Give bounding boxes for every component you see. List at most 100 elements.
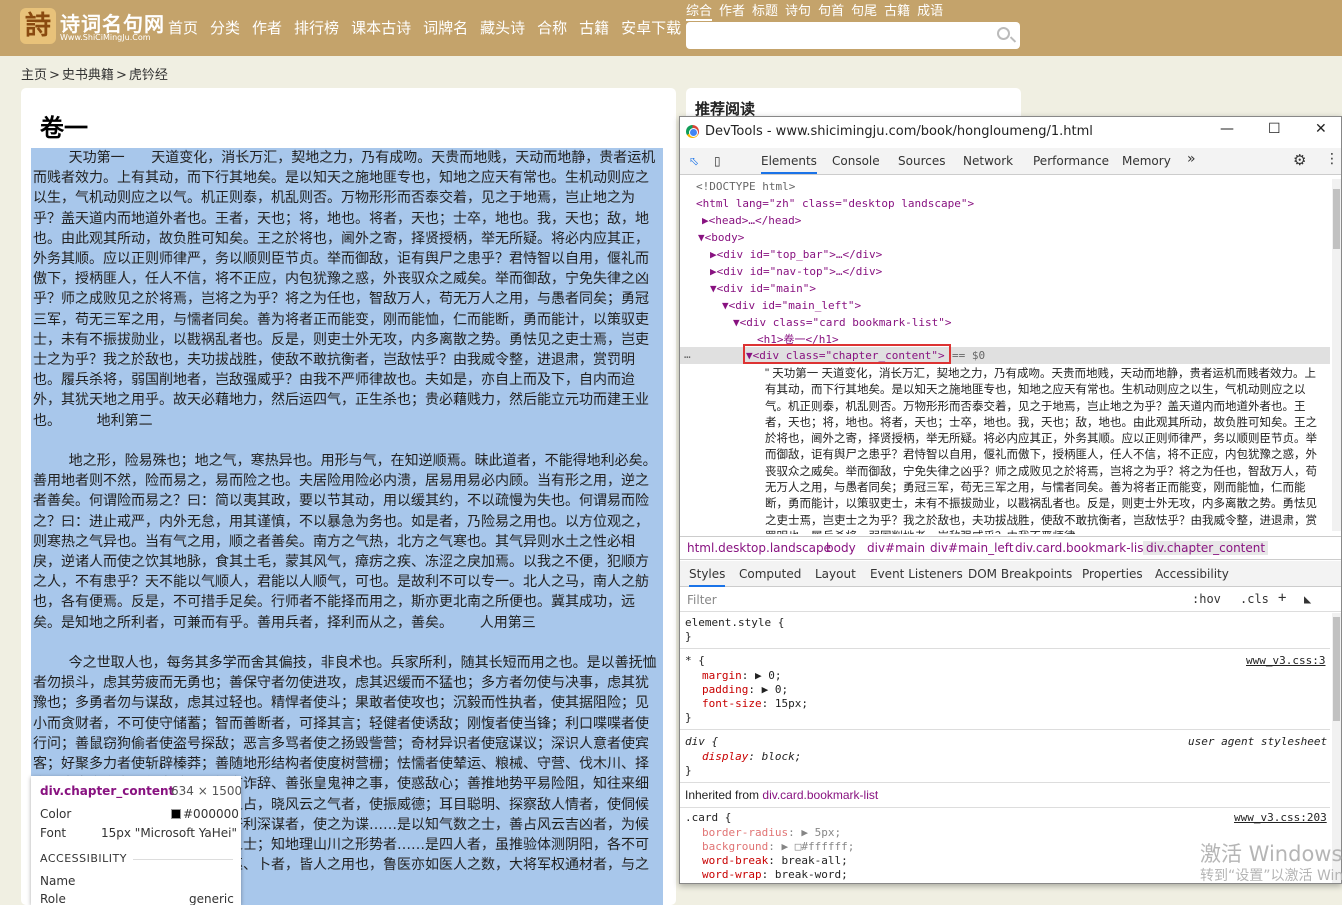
dom-line-head[interactable]: ▶<head>…</head>	[702, 212, 801, 229]
logo-subtext: Www.ShiCiMingJu.Com	[60, 33, 151, 42]
rule2-prop-display[interactable]: display: block;	[702, 750, 801, 764]
styles-filter-input[interactable]: Filter	[687, 593, 717, 607]
highlight-box	[743, 344, 951, 364]
new-style-rule-icon[interactable]: +	[1278, 590, 1286, 606]
dom-line-body[interactable]: ▼<body>	[698, 229, 744, 246]
dom-line-doctype[interactable]: <!DOCTYPE html>	[696, 178, 795, 195]
styles-scroll-thumb[interactable]	[1333, 617, 1340, 721]
rule1-prop-font-size[interactable]: font-size: 15px;	[702, 697, 808, 711]
prop-name: background	[702, 840, 769, 853]
dom-line-top-bar[interactable]: ▶<div id="top_bar">…</div>	[710, 246, 882, 263]
dom-line-main-left[interactable]: ▼<div id="main_left">	[722, 297, 861, 314]
search-tab-all[interactable]: 综合	[686, 0, 713, 21]
inspect-element-icon[interactable]: ⬁	[689, 154, 699, 168]
tab-dom-breakpoints[interactable]: DOM Breakpoints	[968, 567, 1072, 581]
crumb-html[interactable]: html.desktop.landscape	[687, 541, 831, 555]
nav-android-download[interactable]: 安卓下载	[621, 17, 681, 38]
prop-name: margin	[702, 669, 742, 682]
prop-value: : ▶ 0;	[741, 669, 782, 682]
tab-layout[interactable]: Layout	[815, 567, 856, 581]
nav-collective-names[interactable]: 合称	[537, 17, 567, 38]
rule1-prop-padding[interactable]: padding: ▶ 0;	[702, 683, 788, 697]
search-tab-author[interactable]: 作者	[719, 0, 745, 21]
crumb-div-main-left[interactable]: div#main_left	[930, 541, 1014, 555]
search-tab-books[interactable]: 古籍	[884, 0, 910, 21]
crumb-body[interactable]: body	[826, 541, 856, 555]
maximize-icon[interactable]: ☐	[1268, 121, 1281, 137]
tab-properties[interactable]: Properties	[1082, 567, 1143, 581]
rule3-prop-word-break[interactable]: word-break: break-all;	[702, 854, 848, 868]
rule3-source-link[interactable]: www_v3.css:203	[1234, 811, 1327, 825]
breadcrumb-current-book[interactable]: 虎钤经	[129, 68, 168, 83]
tab-network[interactable]: Network	[963, 154, 1013, 168]
rule1-selector[interactable]: * {	[685, 654, 705, 668]
tab-event-listeners[interactable]: Event Listeners	[870, 567, 963, 581]
nav-category[interactable]: 分类	[210, 17, 240, 38]
rule1-prop-margin[interactable]: margin: ▶ 0;	[702, 669, 782, 683]
dom-scrollbar[interactable]	[1332, 179, 1341, 531]
dom-line-card[interactable]: ▼<div class="card bookmark-list">	[733, 314, 952, 331]
rule3-prop-background[interactable]: background: ▶ □#ffffff;	[702, 840, 854, 854]
breadcrumb-history-books[interactable]: 史书典籍	[62, 68, 114, 83]
rule2-selector[interactable]: div {	[685, 735, 718, 749]
nav-cipai[interactable]: 词牌名	[423, 17, 468, 38]
dom-line-html[interactable]: <html lang="zh" class="desktop landscape…	[696, 195, 974, 212]
tab-sources[interactable]: Sources	[898, 154, 945, 168]
device-toolbar-icon[interactable]: ▯	[714, 154, 721, 168]
breadcrumb: 主页 > 史书典籍 > 虎钤经	[21, 64, 170, 83]
tab-memory[interactable]: Memory	[1122, 154, 1171, 168]
nav-textbook-poems[interactable]: 课本古诗	[351, 17, 411, 38]
breadcrumb-home[interactable]: 主页	[21, 68, 47, 83]
nav-author[interactable]: 作者	[252, 17, 282, 38]
rule3-selector[interactable]: .card {	[685, 811, 731, 825]
tooltip-name-label: Name	[40, 874, 76, 888]
nav-acrostic[interactable]: 藏头诗	[480, 17, 525, 38]
site-logo[interactable]: 詩 诗词名句网 Www.ShiCiMingJu.Com	[20, 6, 164, 46]
dom-text-node[interactable]: " 天功第一 天道变化，消长万汇，契地之力，乃有成吻。天贵而地贱，天动而地静，贵…	[765, 366, 1325, 534]
tab-elements[interactable]: Elements	[761, 154, 817, 174]
styles-filter-bar: Filter :hov .cls + ◣	[680, 588, 1341, 612]
search-tab-verse[interactable]: 诗句	[785, 0, 811, 21]
nav-ranking[interactable]: 排行榜	[294, 17, 339, 38]
dom-line-main[interactable]: ▼<div id="main">	[710, 280, 816, 297]
tab-performance[interactable]: Performance	[1033, 154, 1109, 168]
search-tab-line-start[interactable]: 句首	[818, 0, 844, 21]
nav-ancient-books[interactable]: 古籍	[579, 17, 609, 38]
rule1-source-link[interactable]: www_v3.css:3	[1246, 654, 1325, 668]
more-tabs-icon[interactable]: »	[1187, 151, 1196, 167]
tab-computed[interactable]: Computed	[739, 567, 801, 581]
row-ellipsis-icon[interactable]: …	[684, 346, 691, 363]
minimize-icon[interactable]: —	[1220, 121, 1234, 137]
inspect-tooltip: div.chapter_content 634 × 1500 Color #00…	[31, 776, 241, 905]
search-tab-idioms[interactable]: 成语	[917, 0, 943, 21]
hov-toggle[interactable]: :hov	[1192, 592, 1221, 606]
activate-windows-title: 激活 Windows	[1200, 842, 1342, 866]
tooltip-color-value: #000000	[171, 807, 239, 821]
toggle-sidebar-icon[interactable]: ◣	[1304, 592, 1311, 606]
prop-value: : ▶ 5px;	[788, 826, 842, 839]
tooltip-color-label: Color	[40, 807, 72, 821]
search-tab-title[interactable]: 标题	[752, 0, 778, 21]
tooltip-font-label: Font	[40, 826, 67, 840]
settings-gear-icon[interactable]: ⚙	[1293, 151, 1306, 169]
rule3-prop-border-radius[interactable]: border-radius: ▶ 5px;	[702, 826, 841, 840]
inherited-from-link[interactable]: div.card.bookmark-list	[762, 788, 878, 802]
tooltip-accessibility-heading: ACCESSIBILITY	[40, 852, 127, 865]
close-icon[interactable]: ✕	[1315, 121, 1327, 137]
dom-line-nav-top[interactable]: ▶<div id="nav-top">…</div>	[710, 263, 882, 280]
search-icon[interactable]	[997, 27, 1010, 40]
search-tab-line-end[interactable]: 句尾	[851, 0, 877, 21]
crumb-div-main[interactable]: div#main	[867, 541, 925, 555]
tab-accessibility[interactable]: Accessibility	[1155, 567, 1229, 581]
tab-console[interactable]: Console	[832, 154, 880, 168]
nav-home[interactable]: 首页	[168, 17, 198, 38]
crumb-div-chapter-content[interactable]: div.chapter_content	[1143, 541, 1269, 555]
search-input[interactable]	[686, 22, 1020, 49]
element-style-selector[interactable]: element.style {	[685, 616, 784, 630]
dom-scroll-thumb[interactable]	[1333, 189, 1340, 249]
cls-toggle[interactable]: .cls	[1240, 592, 1269, 606]
tab-styles[interactable]: Styles	[689, 567, 726, 587]
rule3-prop-word-wrap[interactable]: word-wrap: break-word;	[702, 868, 848, 882]
crumb-div-card[interactable]: div.card.bookmark-list	[1015, 541, 1148, 555]
more-options-icon[interactable]: ⋮	[1325, 151, 1339, 167]
